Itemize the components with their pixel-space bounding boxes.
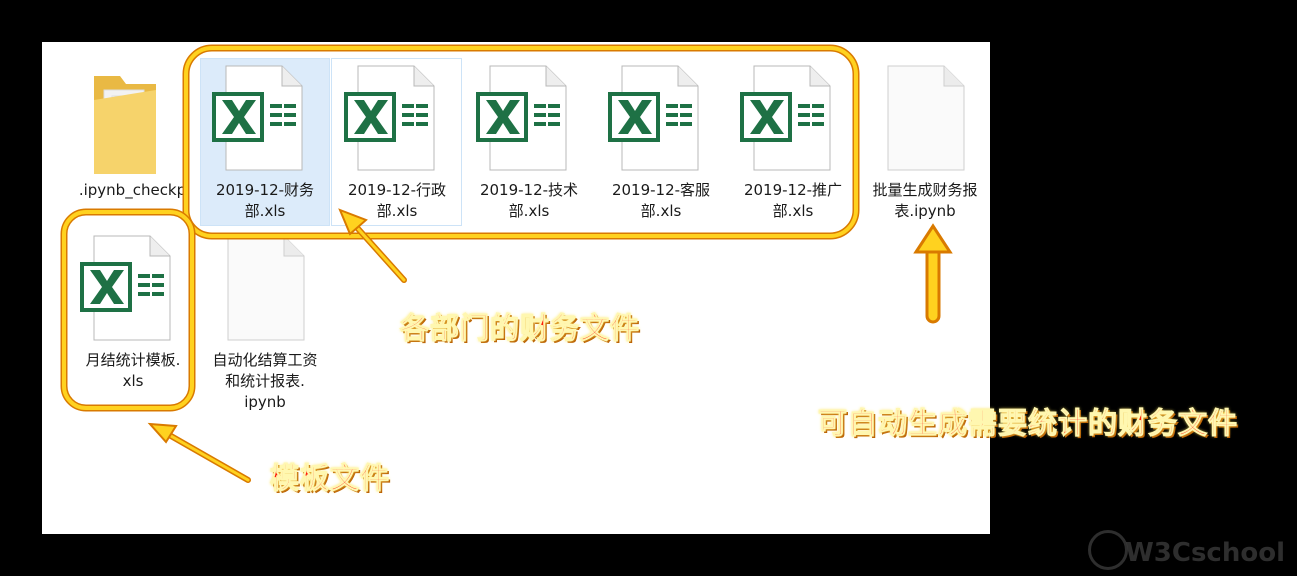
- annotation-template: 模板文件: [269, 461, 391, 496]
- annotation-departments: 各部门的财务文件: [399, 311, 641, 346]
- annotation-generated: 可自动生成需要统计的财务文件: [817, 406, 1239, 441]
- watermark: W3Cschool: [1125, 538, 1285, 568]
- arrow-to-notebook: [913, 223, 953, 324]
- watermark-logo-icon: [1088, 530, 1128, 570]
